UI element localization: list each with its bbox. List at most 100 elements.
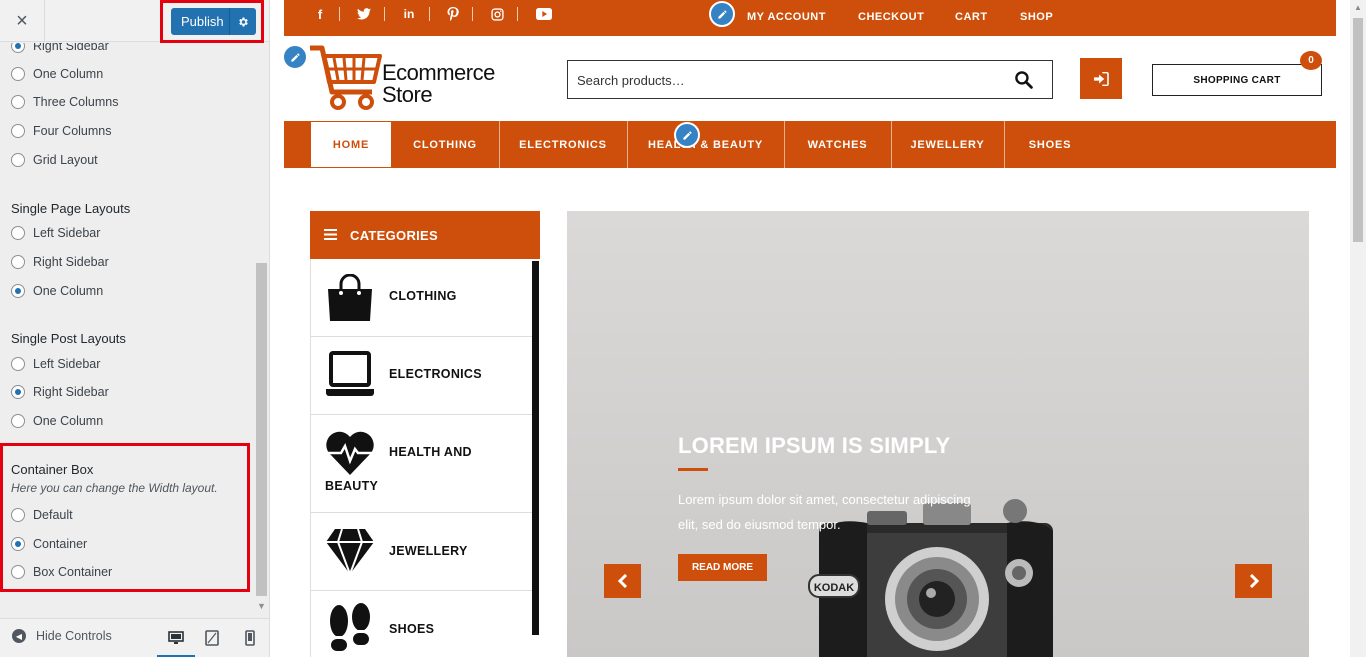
- checkout-link[interactable]: CHECKOUT: [858, 11, 924, 23]
- radio-button[interactable]: [11, 284, 25, 298]
- shopping-bag-icon: [328, 274, 372, 321]
- laptop-icon: [326, 351, 374, 396]
- search-form[interactable]: [567, 60, 1053, 99]
- shop-link[interactable]: SHOP: [1020, 11, 1053, 23]
- collapse-arrow-icon: ◀: [12, 629, 26, 643]
- radio-button[interactable]: [11, 43, 25, 53]
- customizer-panel: × Publish Right Sidebar One Column Three…: [0, 0, 270, 657]
- category-item-clothing[interactable]: CLOTHING: [311, 259, 533, 337]
- nav-item-electronics[interactable]: ELECTRONICS: [499, 121, 627, 168]
- desktop-preview-icon[interactable]: [166, 629, 186, 647]
- radio-button[interactable]: [11, 153, 25, 167]
- nav-item-clothing[interactable]: CLOTHING: [391, 121, 499, 168]
- camera-brand-label: KODAK: [814, 582, 854, 594]
- my-account-link[interactable]: MY ACCOUNT: [747, 11, 826, 23]
- categories-header[interactable]: CATEGORIES: [310, 211, 540, 259]
- nav-item-jewellery[interactable]: JEWELLERY: [891, 121, 1004, 168]
- diamond-icon: [326, 528, 374, 575]
- hero-slider: KODAK LOREM IPSUM IS SIMPLY Lorem ipsum …: [567, 211, 1309, 657]
- top-bar: f in MY ACCOUNT CHECKOUT CART SHOP: [284, 0, 1336, 36]
- facebook-icon[interactable]: f: [309, 6, 331, 22]
- radio-button[interactable]: [11, 95, 25, 109]
- publish-button[interactable]: Publish: [171, 8, 256, 35]
- twitter-icon[interactable]: [353, 6, 375, 22]
- radio-archive-right-sidebar[interactable]: Right Sidebar: [11, 43, 109, 55]
- radio-button[interactable]: [11, 124, 25, 138]
- shopping-cart-logo-icon: [310, 45, 382, 110]
- edit-shortcut-pencil-icon[interactable]: [674, 122, 700, 148]
- pinterest-icon[interactable]: [442, 6, 464, 22]
- category-item-shoes[interactable]: SHOES: [311, 591, 533, 657]
- radio-page-left-sidebar[interactable]: Left Sidebar: [11, 224, 100, 242]
- slider-prev-button[interactable]: [604, 564, 641, 598]
- search-icon[interactable]: [1014, 70, 1034, 90]
- tablet-preview-icon[interactable]: [202, 629, 222, 647]
- nav-item-health-beauty[interactable]: HEALTH & BEAUTY: [627, 121, 784, 168]
- radio-page-right-sidebar[interactable]: Right Sidebar: [11, 253, 109, 271]
- nav-item-watches[interactable]: WATCHES: [784, 121, 891, 168]
- chevron-left-icon: [617, 574, 627, 588]
- scroll-down-arrow-icon[interactable]: ▼: [257, 601, 266, 611]
- radio-archive-grid-layout[interactable]: Grid Layout: [11, 151, 98, 169]
- scroll-up-arrow-icon[interactable]: ▲: [1354, 3, 1362, 12]
- category-item-electronics[interactable]: ELECTRONICS: [311, 337, 533, 415]
- radio-button[interactable]: [11, 226, 25, 240]
- mobile-preview-icon[interactable]: [240, 629, 260, 647]
- close-customizer-button[interactable]: ×: [0, 0, 45, 42]
- radio-post-one-column[interactable]: One Column: [11, 412, 103, 430]
- customizer-scrollbar[interactable]: ▼: [255, 43, 269, 615]
- hamburger-menu-icon: [324, 228, 338, 243]
- youtube-icon[interactable]: [533, 6, 555, 22]
- radio-post-right-sidebar[interactable]: Right Sidebar: [11, 383, 109, 401]
- container-box-highlight: [0, 443, 250, 592]
- radio-archive-one-column[interactable]: One Column: [11, 65, 103, 83]
- shoe-prints-icon: [330, 603, 370, 651]
- single-post-layouts-title: Single Post Layouts: [11, 331, 126, 346]
- site-preview: f in MY ACCOUNT CHECKOUT CART SHOP Ecomm…: [270, 0, 1350, 657]
- radio-page-one-column[interactable]: One Column: [11, 282, 103, 300]
- categories-title: CATEGORIES: [350, 227, 438, 243]
- radio-button[interactable]: [11, 67, 25, 81]
- divider: [429, 7, 430, 21]
- category-item-health-beauty[interactable]: HEALTH AND BEAUTY: [311, 415, 533, 513]
- shopping-cart-button[interactable]: SHOPPING CART: [1152, 64, 1322, 96]
- instagram-icon[interactable]: [486, 6, 508, 22]
- radio-button[interactable]: [11, 385, 25, 399]
- categories-scrollbar[interactable]: [532, 261, 539, 635]
- scrollbar-thumb[interactable]: [256, 263, 267, 596]
- divider: [517, 7, 518, 21]
- nav-item-home[interactable]: HOME: [311, 122, 391, 167]
- radio-post-left-sidebar[interactable]: Left Sidebar: [11, 355, 100, 373]
- edit-shortcut-pencil-icon[interactable]: [709, 1, 735, 27]
- category-item-jewellery[interactable]: JEWELLERY: [311, 513, 533, 591]
- radio-archive-four-columns[interactable]: Four Columns: [11, 122, 112, 140]
- chevron-right-icon: [1249, 574, 1259, 588]
- hide-controls-button[interactable]: ◀ Hide Controls: [12, 629, 112, 643]
- site-logo[interactable]: Ecommerce Store: [308, 42, 508, 112]
- heartbeat-icon: [326, 431, 374, 475]
- preview-scrollbar[interactable]: ▲: [1350, 0, 1366, 657]
- radio-button[interactable]: [11, 414, 25, 428]
- read-more-button[interactable]: READ MORE: [678, 554, 767, 581]
- customizer-footer: ◀ Hide Controls: [0, 618, 269, 657]
- radio-archive-three-columns[interactable]: Three Columns: [11, 93, 118, 111]
- divider: [339, 7, 340, 21]
- linkedin-icon[interactable]: in: [398, 6, 420, 22]
- divider: [384, 7, 385, 21]
- main-navigation: HOME CLOTHING ELECTRONICS HEALTH & BEAUT…: [284, 121, 1336, 168]
- search-input[interactable]: [577, 69, 997, 91]
- gear-icon[interactable]: [229, 8, 256, 35]
- sign-in-icon: [1094, 71, 1109, 86]
- close-icon: ×: [16, 9, 28, 32]
- nav-item-shoes[interactable]: SHOES: [1004, 121, 1096, 168]
- categories-list: CLOTHING ELECTRONICS HEALTH AND BEAUTY J…: [310, 259, 538, 657]
- hero-title-underline: [678, 468, 708, 471]
- cart-link[interactable]: CART: [955, 11, 988, 23]
- login-button[interactable]: [1080, 58, 1122, 99]
- divider: [472, 7, 473, 21]
- edit-shortcut-pencil-icon[interactable]: [282, 44, 308, 70]
- slider-next-button[interactable]: [1235, 564, 1272, 598]
- radio-button[interactable]: [11, 255, 25, 269]
- scrollbar-thumb[interactable]: [1353, 18, 1363, 242]
- radio-button[interactable]: [11, 357, 25, 371]
